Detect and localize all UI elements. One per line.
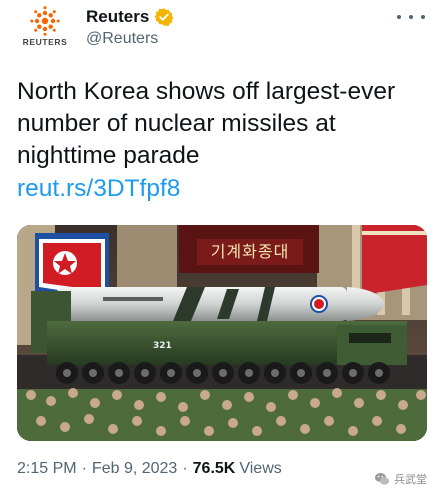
reuters-logo-wordmark: REUTERS (22, 37, 68, 47)
vehicle-number: 321 (153, 341, 172, 351)
more-dot (421, 15, 425, 19)
watermark-text: 兵武堂 (394, 473, 427, 486)
reuters-avatar[interactable]: REUTERS (18, 6, 72, 52)
tweet-link[interactable]: reut.rs/3DTfpf8 (17, 173, 180, 205)
verified-badge-icon (154, 8, 174, 27)
more-options-icon[interactable] (397, 8, 425, 26)
views-count: 76.5K (192, 460, 236, 477)
meta-separator: · (81, 460, 87, 477)
crowd (17, 389, 427, 441)
meta-separator: · (182, 460, 188, 477)
more-dot (409, 15, 413, 19)
tweet-meta: 2:15 PM · Feb 9, 2023 · 76.5K Views (17, 460, 282, 478)
tweet-header: REUTERS Reuters @Reuters (0, 0, 439, 62)
tweet-photo[interactable]: 기계화종대 321 (17, 225, 427, 441)
tweet-date[interactable]: Feb 9, 2023 (92, 460, 177, 478)
missile (57, 287, 385, 321)
more-dot (397, 15, 401, 19)
watermark: 兵武堂 (374, 471, 427, 487)
wechat-icon (375, 473, 389, 485)
parade-banner-text: 기계화종대 (197, 239, 303, 265)
account-handle[interactable]: @Reuters (86, 30, 158, 48)
reuters-logo-icon (30, 6, 60, 36)
views-label: Views (239, 460, 282, 477)
tweet-time[interactable]: 2:15 PM (17, 460, 77, 478)
display-name[interactable]: Reuters (86, 7, 149, 27)
display-name-row: Reuters (86, 6, 174, 28)
tweet-text: North Korea shows off largest-ever numbe… (17, 78, 396, 169)
